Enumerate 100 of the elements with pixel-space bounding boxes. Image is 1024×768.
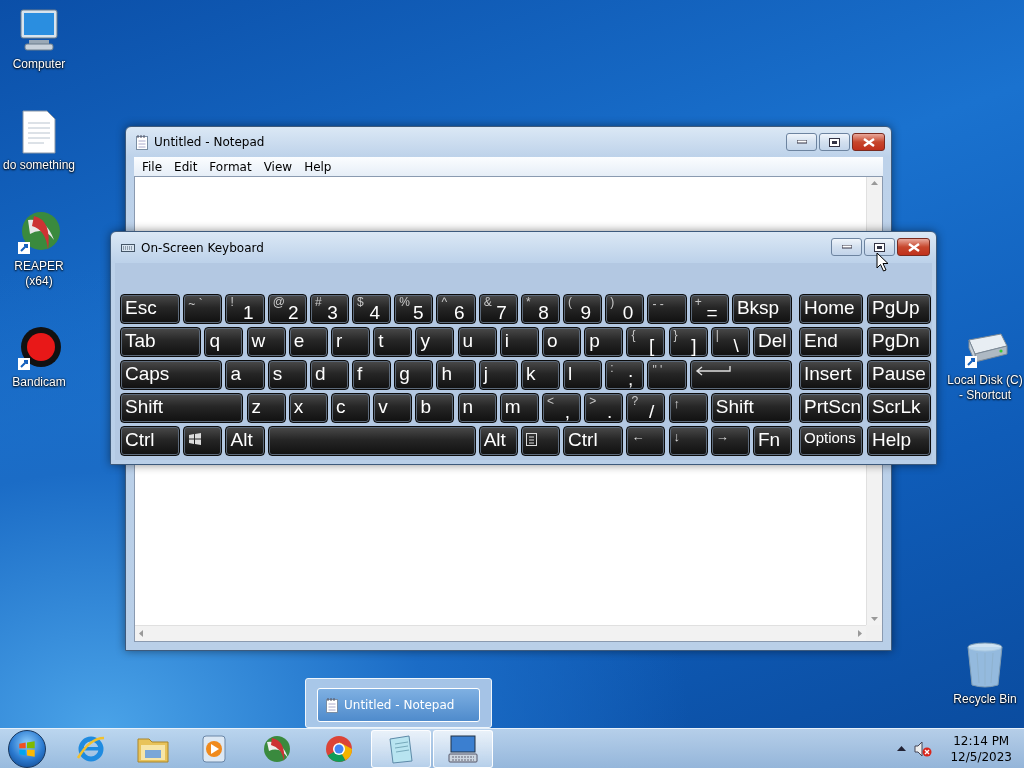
key[interactable]: + = [689,294,729,324]
key[interactable]: # 3 [309,294,349,324]
taskbar-app-button[interactable] [433,729,493,768]
desktop-icon-label[interactable]: Computer [12,57,66,72]
key[interactable]: End [799,327,863,357]
key[interactable]: ! 1 [225,294,265,324]
key[interactable]: Tab [120,327,202,357]
key[interactable]: PgDn [867,327,931,357]
key[interactable]: d [309,360,349,390]
key[interactable]: o [542,327,581,357]
key[interactable]: v [373,393,413,423]
key[interactable]: Shift [710,393,792,423]
windows-key[interactable] [183,426,223,456]
key[interactable]: e [288,327,328,357]
key[interactable]: z [246,393,286,423]
close-icon [862,137,875,147]
key[interactable]: PgUp [867,294,931,324]
clock-date[interactable]: 12/5/2023 [950,748,1012,765]
key[interactable]: p [584,327,624,357]
desktop-icon-label[interactable]: Recycle Bin [953,692,1017,707]
key[interactable]: Alt [478,426,518,456]
start-button[interactable] [8,729,46,768]
key[interactable]: y [415,327,455,357]
key[interactable]: → [710,426,750,456]
key[interactable]: Options [799,426,863,456]
key[interactable]: Home [799,294,863,324]
key[interactable]: ~ ` [183,294,223,324]
key[interactable]: ^ 6 [436,294,476,324]
key[interactable]: r [331,327,370,357]
menu-item[interactable]: File [136,159,169,174]
key[interactable]: %5 [394,294,434,324]
scroll-down-icon [871,617,878,621]
key[interactable]: l [563,360,603,390]
key[interactable]: s [267,360,307,390]
key[interactable]: a [225,360,265,390]
key[interactable]: & 7 [478,294,518,324]
key[interactable]: c [331,393,370,423]
horizontal-scrollbar[interactable] [135,625,866,641]
key[interactable]: > . [584,393,624,423]
desktop-icon-label[interactable]: REAPER (x64) [0,259,78,289]
show-hidden-icons-icon [897,746,907,751]
key[interactable]: w [246,327,286,357]
key[interactable]: Esc [120,294,181,324]
key[interactable]: Alt [225,426,265,456]
key[interactable]: " ' [647,360,687,390]
key[interactable]: ↓ [668,426,708,456]
key[interactable]: x [288,393,328,423]
desktop-icon-label[interactable]: do something [2,158,75,173]
key[interactable]: PrtScn [799,393,863,423]
key[interactable]: g [394,360,434,390]
menu-item[interactable]: Format [203,159,258,174]
key[interactable]: f [352,360,392,390]
maximize-button[interactable] [819,133,850,151]
key[interactable]: - - [647,294,687,324]
close-button[interactable] [897,238,930,256]
key[interactable]: { [ [626,327,666,357]
key[interactable]: | \ [710,327,750,357]
key[interactable]: ScrLk [867,393,931,423]
clock-time[interactable]: 12:14 PM [953,732,1010,749]
key[interactable]: : ; [605,360,645,390]
maximize-button[interactable] [864,238,895,256]
key[interactable]: m [499,393,539,423]
key[interactable]: * 8 [520,294,560,324]
key[interactable]: Ctrl [120,426,181,456]
key[interactable]: ↑ [668,393,708,423]
key[interactable]: @2 [267,294,307,324]
key[interactable]: k [520,360,560,390]
enter-key[interactable] [689,360,792,390]
key[interactable]: q [204,327,244,357]
key[interactable]: Shift [120,393,244,423]
key[interactable]: i [499,327,539,357]
key[interactable]: j [478,360,518,390]
key[interactable]: Insert [799,360,863,390]
key[interactable]: < , [542,393,581,423]
key[interactable]: ) 0 [605,294,645,324]
key[interactable]: ? / [626,393,666,423]
key[interactable]: ← [626,426,666,456]
desktop-icon-label[interactable]: Bandicam [12,375,66,390]
key[interactable]: $ 4 [352,294,392,324]
key[interactable]: Fn [753,426,792,456]
key[interactable]: b [415,393,455,423]
space-key[interactable] [267,426,476,456]
desktop-icon-label[interactable]: Local Disk (C) - Shortcut [946,373,1024,403]
key[interactable]: Ctrl [563,426,624,456]
key[interactable]: h [436,360,476,390]
key[interactable]: Pause [867,360,931,390]
menu-key[interactable] [520,426,560,456]
key[interactable]: Help [867,426,931,456]
menu-item[interactable]: Help [298,159,338,174]
key[interactable]: n [457,393,497,423]
close-button[interactable] [852,133,885,151]
key[interactable]: Bksp [731,294,792,324]
key[interactable]: } ] [668,327,708,357]
key[interactable]: u [457,327,497,357]
menu-item[interactable]: Edit [168,159,204,174]
key[interactable]: ( 9 [563,294,603,324]
key[interactable]: Caps [120,360,223,390]
key[interactable]: Del [753,327,792,357]
key[interactable]: t [373,327,413,357]
menu-item[interactable]: View [257,159,299,174]
